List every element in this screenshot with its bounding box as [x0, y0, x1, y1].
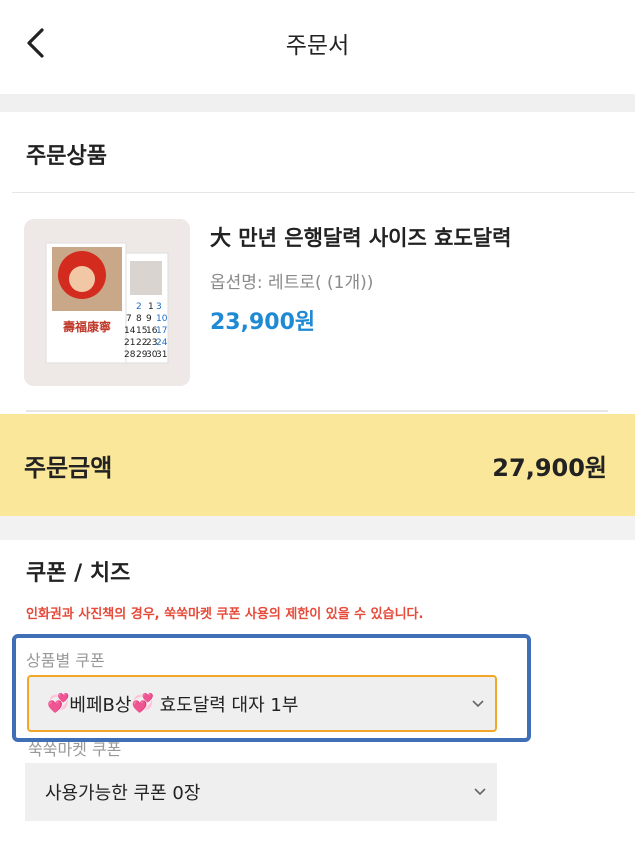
product-coupon-value-part2: 효도달력 대자 1부	[153, 694, 299, 716]
section-gap	[0, 516, 635, 540]
order-items-title: 주문상품	[26, 144, 107, 169]
cal-num: 21	[124, 338, 135, 348]
order-total-value: 27,900원	[492, 454, 607, 482]
app-header: 주문서	[0, 0, 635, 94]
product-option: 옵션명: 레트로( (1개))	[210, 273, 374, 293]
product-coupon-value-part1: 베페B상	[69, 694, 132, 716]
cal-num: 24	[156, 338, 168, 348]
market-coupon-value: 사용가능한 쿠폰 0장	[45, 783, 201, 804]
cal-num: 3	[156, 302, 162, 312]
product-coupon-label: 상품별 쿠폰	[26, 651, 105, 670]
calendar-title-text: 壽福康寧	[63, 319, 111, 334]
product-name[interactable]: 大 만년 은행달력 사이즈 효도달력	[210, 222, 511, 252]
cal-num: 9	[146, 314, 152, 324]
heart-emoji-icon: 💞	[47, 693, 70, 714]
cal-num: 17	[156, 326, 167, 336]
coupon-section-title: 쿠폰 / 치즈	[26, 561, 131, 586]
cal-num: 1	[148, 302, 154, 312]
chevron-down-icon	[474, 788, 486, 796]
cal-num: 31	[156, 350, 167, 360]
heart-emoji-icon: 💞	[131, 693, 154, 714]
cal-num: 2	[136, 302, 142, 312]
cal-num: 8	[136, 314, 142, 324]
divider	[26, 410, 608, 412]
coupon-notice: 인화권과 사진책의 경우, 쑥쑥마켓 쿠폰 사용의 제한이 있을 수 있습니다.	[26, 607, 424, 622]
cal-num: 10	[156, 314, 168, 324]
section-gap	[0, 94, 635, 112]
product-thumbnail[interactable]: 壽福康寧 1 2 3 7 8 9 10 14 15 16 17 21 22 23…	[24, 219, 190, 386]
product-price: 23,900원	[210, 310, 316, 335]
cal-num: 28	[124, 350, 136, 360]
product-coupon-select[interactable]: 💞 베페B상 💞 효도달력 대자 1부	[27, 675, 497, 732]
cal-num: 14	[124, 326, 136, 336]
chevron-down-icon	[472, 699, 484, 707]
page-title: 주문서	[285, 33, 350, 59]
market-coupon-label: 쑥쑥마켓 쿠폰	[28, 740, 122, 759]
cal-num: 7	[126, 314, 132, 324]
calendar-image: 壽福康寧 1 2 3 7 8 9 10 14 15 16 17 21 22 23…	[24, 219, 190, 386]
market-coupon-select[interactable]: 사용가능한 쿠폰 0장	[25, 763, 497, 821]
order-total-label: 주문금액	[24, 454, 113, 482]
